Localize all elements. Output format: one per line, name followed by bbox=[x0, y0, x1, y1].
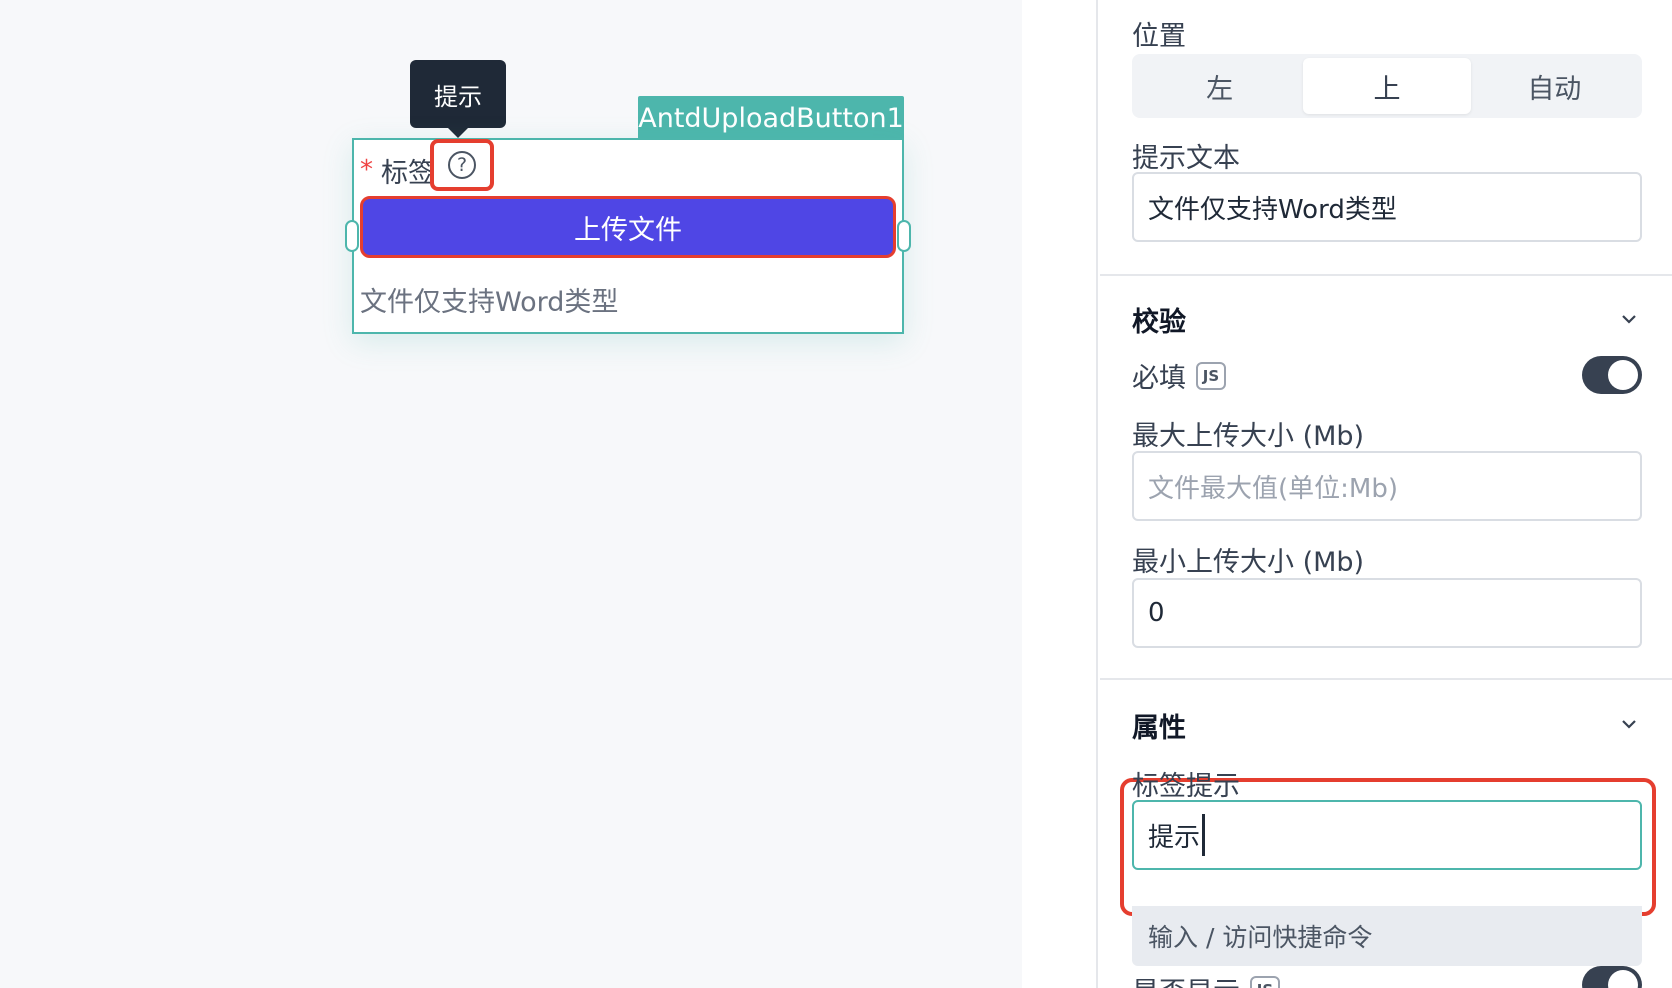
required-toggle[interactable] bbox=[1582, 356, 1642, 394]
position-option-auto[interactable]: 自动 bbox=[1471, 58, 1638, 114]
field-hint-text: 文件仅支持Word类型 bbox=[360, 287, 619, 318]
required-row: 必填 JS bbox=[1132, 356, 1226, 395]
upload-file-button[interactable]: 上传文件 bbox=[360, 196, 896, 258]
position-option-top[interactable]: 上 bbox=[1303, 58, 1471, 114]
chevron-down-icon[interactable] bbox=[1620, 715, 1638, 733]
validation-section-title[interactable]: 校验 bbox=[1132, 300, 1186, 339]
label-tip-value: 提示 bbox=[1148, 822, 1201, 853]
field-label: 标签 bbox=[381, 157, 435, 189]
properties-section-title[interactable]: 属性 bbox=[1132, 706, 1186, 745]
component-name-tag[interactable]: AntdUploadButton1 bbox=[638, 96, 904, 140]
position-label: 位置 bbox=[1132, 21, 1186, 52]
panel-gutter bbox=[1022, 0, 1098, 988]
show-toggle[interactable] bbox=[1582, 966, 1642, 988]
resize-handle-left[interactable] bbox=[345, 220, 359, 252]
js-badge[interactable]: JS bbox=[1250, 975, 1280, 988]
required-mark: * bbox=[360, 155, 373, 185]
hint-text-label: 提示文本 bbox=[1132, 143, 1240, 174]
resize-handle-right[interactable] bbox=[897, 220, 911, 252]
label-tip-input[interactable]: 提示 bbox=[1132, 800, 1642, 870]
help-tooltip: 提示 bbox=[410, 60, 506, 138]
hint-text-input[interactable]: 文件仅支持Word类型 bbox=[1132, 172, 1642, 242]
toggle-knob bbox=[1608, 970, 1638, 988]
help-icon-highlight[interactable]: ? bbox=[430, 139, 494, 191]
chevron-down-icon[interactable] bbox=[1620, 310, 1638, 328]
label-tip-label: 标签提示 bbox=[1132, 771, 1240, 802]
js-badge[interactable]: JS bbox=[1196, 361, 1226, 390]
required-label: 必填 bbox=[1132, 363, 1186, 394]
properties-panel: 位置 左 上 自动 提示文本 文件仅支持Word类型 校验 必填 JS 最大上传… bbox=[1100, 0, 1672, 988]
show-label: 是否显示 bbox=[1132, 970, 1240, 988]
section-divider bbox=[1100, 678, 1672, 680]
min-size-label: 最小上传大小 (Mb) bbox=[1132, 547, 1365, 578]
field-label-row: * 标签 bbox=[360, 148, 435, 192]
command-hint-bar[interactable]: 输入 / 访问快捷命令 bbox=[1132, 906, 1642, 966]
toggle-knob bbox=[1608, 360, 1638, 390]
editor-canvas[interactable]: 提示 AntdUploadButton1 * 标签 ? 上传文件 文件仅支持Wo… bbox=[0, 0, 1022, 988]
min-size-input[interactable]: 0 bbox=[1132, 578, 1642, 648]
question-circle-icon[interactable]: ? bbox=[448, 151, 476, 179]
section-divider bbox=[1100, 274, 1672, 276]
text-caret bbox=[1202, 814, 1206, 856]
upload-component[interactable]: * 标签 ? 上传文件 文件仅支持Word类型 bbox=[352, 138, 904, 334]
show-row: 是否显示 JS bbox=[1132, 970, 1280, 988]
position-segmented-control[interactable]: 左 上 自动 bbox=[1132, 54, 1642, 118]
max-size-input[interactable]: 文件最大值(单位:Mb) bbox=[1132, 451, 1642, 521]
max-size-label: 最大上传大小 (Mb) bbox=[1132, 421, 1365, 452]
position-option-left[interactable]: 左 bbox=[1136, 58, 1303, 114]
